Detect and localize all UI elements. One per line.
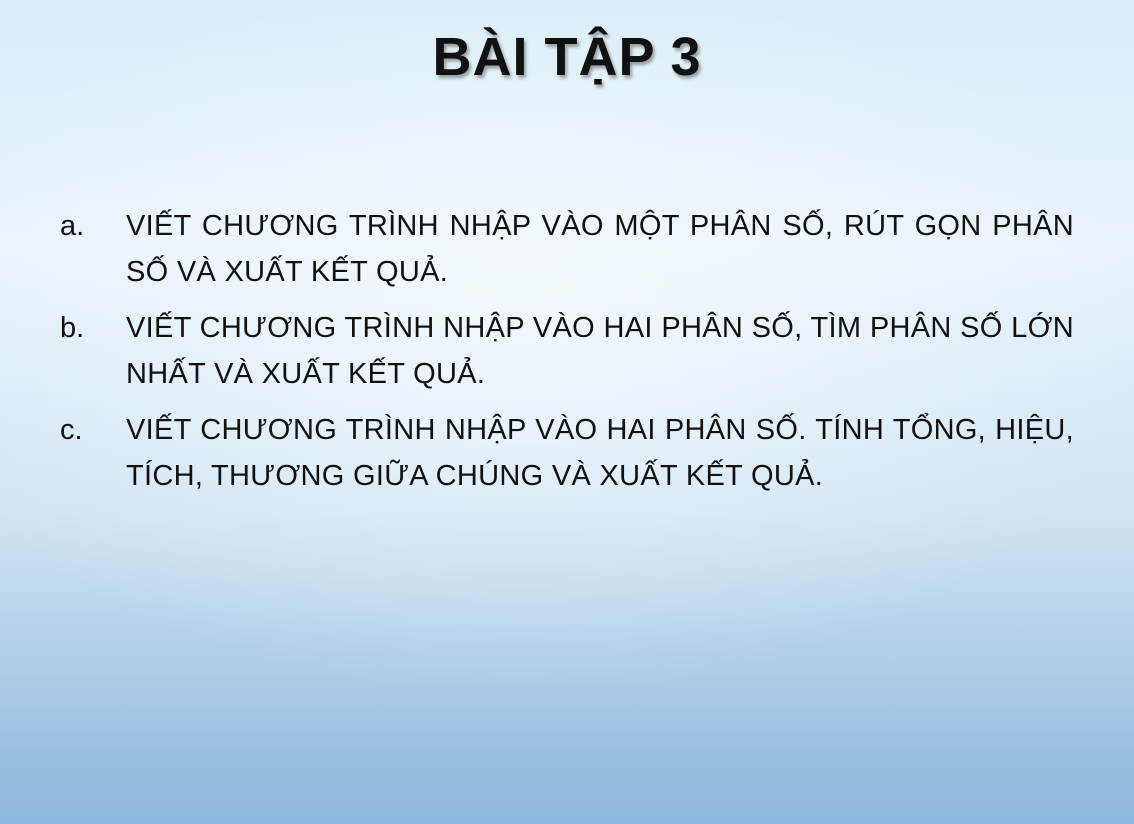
- list-marker: b.: [60, 312, 85, 344]
- list-marker: a.: [60, 210, 85, 242]
- slide-title: BÀI TẬP 3: [432, 27, 702, 87]
- list-item: b. VIẾT CHƯƠNG TRÌNH NHẬP VÀO HAI PHÂN S…: [60, 305, 1074, 397]
- list-item-text: VIẾT CHƯƠNG TRÌNH NHẬP VÀO MỘT PHÂN SỐ, …: [126, 210, 1074, 288]
- list-item-text: VIẾT CHƯƠNG TRÌNH NHẬP VÀO HAI PHÂN SỐ, …: [126, 312, 1074, 390]
- list-item: c. VIẾT CHƯƠNG TRÌNH NHẬP VÀO HAI PHÂN S…: [60, 407, 1074, 499]
- exercise-list: a. VIẾT CHƯƠNG TRÌNH NHẬP VÀO MỘT PHÂN S…: [60, 203, 1074, 509]
- list-item: a. VIẾT CHƯƠNG TRÌNH NHẬP VÀO MỘT PHÂN S…: [60, 203, 1074, 295]
- list-marker: c.: [60, 414, 83, 446]
- list-item-text: VIẾT CHƯƠNG TRÌNH NHẬP VÀO HAI PHÂN SỐ. …: [126, 414, 1074, 492]
- slide: BÀI TẬP 3 a. VIẾT CHƯƠNG TRÌNH NHẬP VÀO …: [0, 0, 1134, 824]
